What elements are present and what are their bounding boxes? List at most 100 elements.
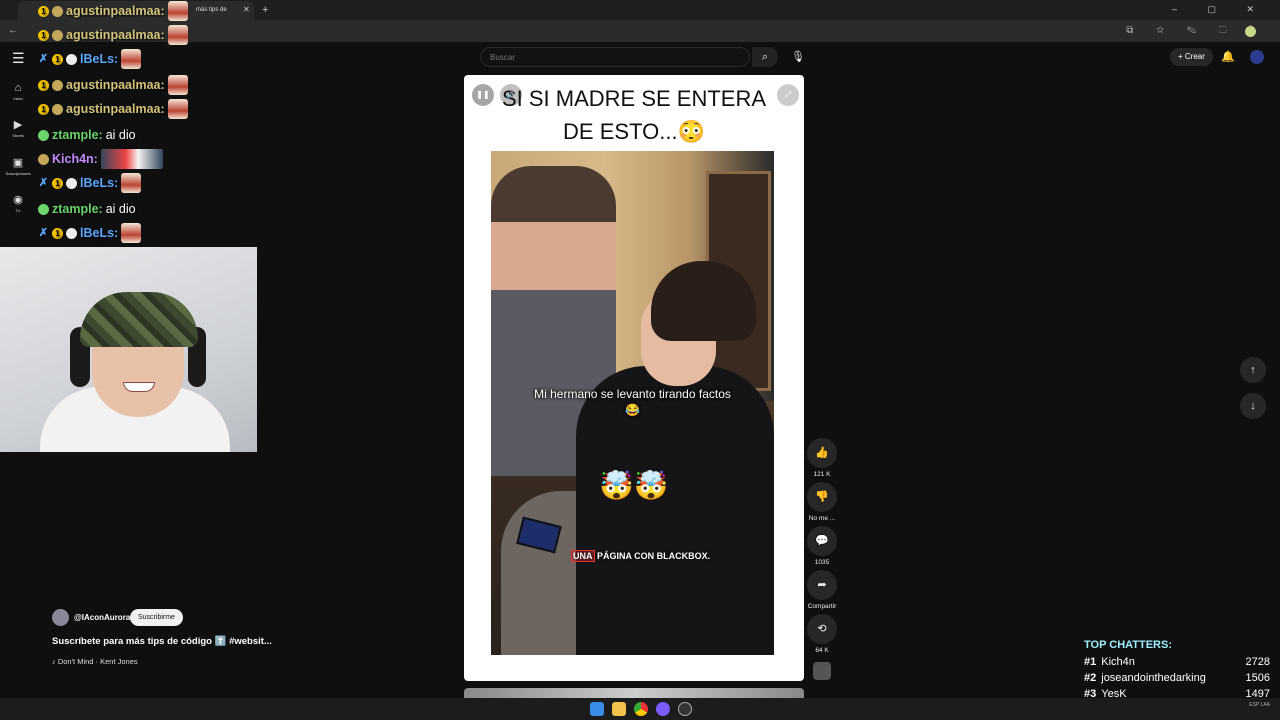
dislike-icon: 👎 <box>807 482 837 512</box>
voice-search-button[interactable]: 🎙 <box>788 47 808 67</box>
search-icon: ⌕ <box>761 51 769 63</box>
gold-badge-icon: 1 <box>38 79 49 91</box>
shorts-icon: ▶ <box>13 119 23 131</box>
gold-badge-icon: 1 <box>52 53 63 65</box>
nav-subscriptions[interactable]: ▣ Suscripciones <box>2 156 34 176</box>
search-button[interactable]: ⌕ <box>752 47 778 67</box>
gold-badge-icon: 1 <box>52 227 63 239</box>
chat-username: Kich4n: <box>52 152 98 166</box>
share-icon: ➦ <box>807 570 837 600</box>
chat-emote <box>167 99 188 119</box>
next-short-button[interactable]: ↓ <box>1240 393 1266 419</box>
gold-badge-icon: 1 <box>38 5 49 17</box>
white-badge-icon <box>66 177 77 189</box>
mic-icon: 🎙 <box>791 51 805 63</box>
window-controls[interactable]: – ▢ ✕ <box>1172 4 1268 15</box>
windows-start-icon[interactable] <box>590 702 604 716</box>
chat-emote <box>167 75 188 95</box>
chat-username: agustinpaalmaa: <box>66 28 165 42</box>
short-video-frame[interactable]: Mi hermano se levanto tirando factos😂 🤯🤯… <box>491 151 774 655</box>
gold-badge-icon: 1 <box>52 177 63 189</box>
discord-icon[interactable] <box>656 702 670 716</box>
previous-short-button[interactable]: ↑ <box>1240 357 1266 383</box>
nav-you[interactable]: ◉ Tú <box>2 193 34 213</box>
chat-username: agustinpaalmaa: <box>66 4 165 18</box>
chat-text: ai dio <box>105 202 136 216</box>
webcam-smile <box>123 382 155 392</box>
gold-badge-icon: 1 <box>38 29 49 41</box>
like-button[interactable]: 👍 121 K <box>806 438 838 478</box>
chat-username: ztample: <box>52 202 103 216</box>
arrow-down-icon: ↓ <box>1250 400 1256 412</box>
comments-button[interactable]: 💬 1035 <box>806 526 838 566</box>
user-avatar[interactable] <box>1250 50 1264 64</box>
remix-icon: ⟲ <box>807 614 837 644</box>
arrow-up-icon: ↑ <box>1250 364 1256 376</box>
silver-badge-icon <box>52 103 63 115</box>
channel-name[interactable]: @IAconAurora <box>74 613 130 622</box>
address-bar[interactable] <box>0 20 1280 42</box>
chat-emote <box>121 173 142 193</box>
chrome-icon[interactable] <box>634 702 648 716</box>
chat-emote <box>100 149 163 169</box>
back-icon[interactable]: ← <box>8 25 18 36</box>
silver-badge-icon <box>38 153 49 165</box>
notifications-bell-icon[interactable]: 🔔 <box>1221 50 1235 63</box>
chat-username: agustinpaalmaa: <box>66 78 165 92</box>
new-tab-button[interactable]: + <box>262 4 268 16</box>
sound-thumbnail[interactable] <box>813 662 831 680</box>
dislike-button[interactable]: 👎 No me ... <box>806 482 838 522</box>
gold-badge-icon: 1 <box>38 103 49 115</box>
like-icon: 👍 <box>807 438 837 468</box>
remix-button[interactable]: ⟲ 64 K <box>806 614 838 654</box>
video-brand-text: UNA PÁGINA CON BLACKBOX. <box>571 550 711 562</box>
silver-badge-icon <box>52 29 63 41</box>
chat-message: Kich4n: <box>38 148 163 170</box>
chat-message: 1 agustinpaalmaa: <box>38 74 188 96</box>
short-description[interactable]: Suscríbete para más tips de código ⬆️ #w… <box>52 636 272 647</box>
chat-message: ✗ 1 lBeLs: <box>38 48 142 70</box>
nav-home[interactable]: ⌂ Inicio <box>2 82 34 101</box>
chat-username: lBeLs: <box>80 176 119 190</box>
comments-icon: 💬 <box>807 526 837 556</box>
browser-toolbar-icons[interactable]: ⧉ ☆ ✎ ⬚ ⋮ <box>1126 25 1262 36</box>
top-chatters-title: TOP CHATTERS: <box>1084 639 1173 651</box>
volume-icon[interactable]: 🔊 <box>500 84 522 106</box>
next-short-peek[interactable] <box>464 688 804 698</box>
chatter-row: #2 joseandointhedarking 1506 <box>1084 672 1270 684</box>
pause-button[interactable]: ❚❚ <box>472 84 494 106</box>
share-button[interactable]: ➦ Compartir <box>806 570 838 610</box>
chat-emote <box>121 49 142 69</box>
video-caption: Mi hermano se levanto tirando factos😂 <box>534 387 731 417</box>
white-badge-icon <box>66 53 77 65</box>
silver-badge-icon <box>52 79 63 91</box>
search-input[interactable]: Buscar <box>480 47 750 67</box>
subscribe-button[interactable]: Suscribirme <box>130 609 183 626</box>
chat-emote <box>121 223 142 243</box>
music-credit[interactable]: ♪ Don't Mind · Kent Jones <box>52 657 138 666</box>
green-badge-icon <box>38 129 49 141</box>
chat-message: 1 agustinpaalmaa: <box>38 98 188 120</box>
fullscreen-icon[interactable]: ⤢ <box>777 84 799 106</box>
chat-username: lBeLs: <box>80 226 119 240</box>
chat-username: ztample: <box>52 128 103 142</box>
chat-username: agustinpaalmaa: <box>66 102 165 116</box>
chat-message: ztample: ai dio <box>38 124 136 146</box>
menu-icon[interactable]: ☰ <box>12 50 25 67</box>
video-emojis: 🤯🤯 <box>599 470 669 501</box>
sword-badge-icon: ✗ <box>38 226 49 239</box>
create-label: Crear <box>1184 52 1205 61</box>
create-button[interactable]: + Crear <box>1170 48 1213 66</box>
silver-badge-icon <box>52 5 63 17</box>
obs-icon[interactable] <box>678 702 692 716</box>
channel-avatar[interactable] <box>52 609 69 626</box>
system-tray[interactable]: ESP LAA <box>1249 702 1270 708</box>
nav-shorts[interactable]: ▶ Shorts <box>2 118 34 138</box>
profile-avatar[interactable] <box>1245 26 1256 37</box>
subscriptions-icon: ▣ <box>12 157 24 169</box>
streamer-webcam <box>0 247 257 452</box>
chat-message: ✗ 1 lBeLs: <box>38 222 142 244</box>
chat-username: lBeLs: <box>80 52 119 66</box>
tab-close-icon[interactable]: ✕ <box>243 5 250 14</box>
file-explorer-icon[interactable] <box>612 702 626 716</box>
